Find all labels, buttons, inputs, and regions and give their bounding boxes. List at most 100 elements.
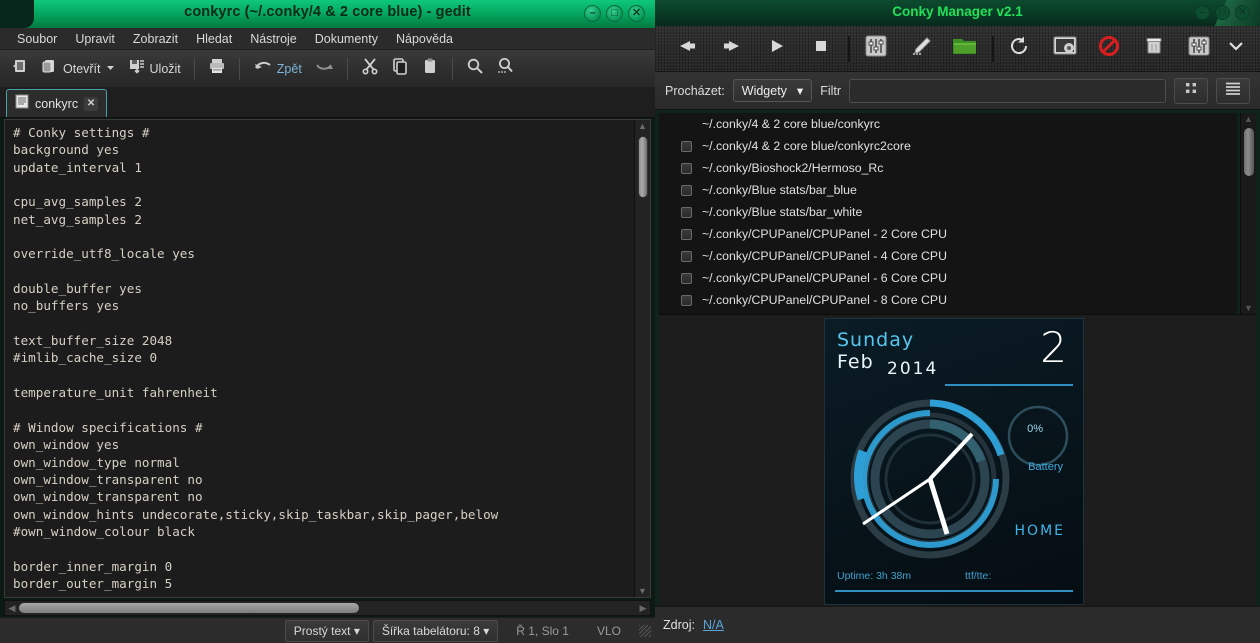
widget-path-label: ~/.conky/Blue stats/bar_blue: [702, 183, 857, 197]
widget-list-row[interactable]: ~/.conky/CPUPanel/CPUPanel - 6 Core CPU: [659, 267, 1237, 289]
tab-width-selector[interactable]: Šířka tabelátoru: 8 ▾: [372, 619, 499, 642]
open-folder-button[interactable]: [943, 29, 988, 69]
widget-enable-checkbox[interactable]: [681, 228, 692, 240]
delete-button[interactable]: [1132, 29, 1177, 69]
scroll-left-arrow-icon[interactable]: ◀: [6, 601, 18, 615]
undo-button[interactable]: Zpět: [248, 55, 307, 82]
gedit-toolbar: Otevřít Uložit Zpět: [0, 50, 655, 88]
source-value-link[interactable]: N/A: [703, 618, 724, 632]
disable-button[interactable]: [1087, 29, 1132, 69]
menu-item-edit[interactable]: Upravit: [66, 30, 124, 48]
menu-item-tools[interactable]: Nástroje: [241, 30, 306, 48]
open-button[interactable]: Otevřít: [36, 54, 121, 83]
editor-horizontal-scrollbar[interactable]: ◀ ▶: [4, 600, 651, 616]
trash-icon: [1143, 35, 1165, 62]
cut-button[interactable]: [356, 54, 384, 83]
save-button-label: Uložit: [149, 61, 181, 76]
editor-vertical-scrollbar[interactable]: ▲ ▼: [634, 120, 650, 597]
print-button[interactable]: [203, 54, 231, 83]
widget-list-row[interactable]: ~/.conky/4 & 2 core blue/conkyrc2core: [659, 135, 1237, 157]
minimize-button[interactable]: –: [584, 5, 601, 22]
scroll-up-arrow-icon[interactable]: ▲: [635, 120, 650, 132]
filter-input[interactable]: [849, 78, 1166, 103]
pencil-icon: [908, 34, 934, 63]
toolbar-separator: [847, 35, 850, 62]
editor-area[interactable]: # Conky settings # background yes update…: [4, 119, 651, 598]
widget-list[interactable]: ~/.conky/4 & 2 core blue/conkyrc ~/.conky…: [659, 113, 1237, 314]
widget-list-row[interactable]: ~/.conky/CPUPanel/CPUPanel - 4 Core CPU: [659, 245, 1237, 267]
undo-button-label: Zpět: [276, 61, 302, 76]
scroll-up-arrow-icon[interactable]: ▲: [1241, 113, 1256, 125]
chevron-down-icon[interactable]: [105, 60, 116, 78]
resize-grip[interactable]: [639, 624, 651, 637]
close-button[interactable]: ✕: [1235, 5, 1250, 20]
widget-enable-checkbox[interactable]: [681, 250, 692, 262]
stop-icon: [811, 37, 831, 60]
widget-list-row[interactable]: ~/.conky/Blue stats/bar_white: [659, 201, 1237, 223]
desktop-settings-button[interactable]: [1042, 29, 1087, 69]
grid-view-icon: [1183, 80, 1199, 101]
widget-list-scrollbar[interactable]: ▲ ▼: [1240, 113, 1256, 314]
widget-enable-checkbox[interactable]: [681, 162, 692, 174]
widget-list-row[interactable]: ~/.conky/4 & 2 core blue/conkyrc: [659, 113, 1237, 135]
source-label: Zdroj:: [663, 618, 695, 632]
tab-close-icon[interactable]: ✕: [84, 96, 99, 111]
widget-list-row[interactable]: ~/.conky/Bioshock2/Hermoso_Rc: [659, 157, 1237, 179]
editor-hscroll-thumb[interactable]: [19, 603, 359, 613]
preferences-button[interactable]: [1176, 29, 1221, 69]
preview-battery-label: Battery: [1028, 461, 1063, 473]
scroll-down-arrow-icon[interactable]: ▼: [635, 585, 650, 597]
list-view-button[interactable]: [1216, 77, 1250, 104]
menu-item-file[interactable]: Soubor: [8, 30, 66, 48]
menu-item-view[interactable]: Zobrazit: [124, 30, 187, 48]
maximize-button[interactable]: □: [606, 5, 623, 22]
widget-enable-checkbox[interactable]: [681, 140, 692, 152]
previous-button[interactable]: [665, 29, 710, 69]
editor-vscroll-thumb[interactable]: [638, 136, 648, 198]
widget-list-row[interactable]: ~/.conky/CPUPanel/CPUPanel - 2 Core CPU: [659, 223, 1237, 245]
widget-list-row[interactable]: ~/.conky/Blue stats/bar_blue: [659, 179, 1237, 201]
widget-settings-button[interactable]: [854, 29, 899, 69]
minimize-button[interactable]: –: [1195, 5, 1210, 20]
next-button[interactable]: [710, 29, 755, 69]
tab-conkyrc[interactable]: conkyrc ✕: [6, 89, 108, 117]
language-selector[interactable]: Prostý text ▾: [284, 619, 369, 642]
find-button[interactable]: [461, 54, 489, 83]
copy-button[interactable]: [386, 54, 414, 83]
widget-enable-checkbox[interactable]: [681, 184, 692, 196]
conky-manager-titlebar[interactable]: Conky Manager v2.1 – □ ✕: [655, 0, 1260, 26]
edit-widget-button[interactable]: [898, 29, 943, 69]
widget-list-scroll-thumb[interactable]: [1244, 128, 1254, 176]
widget-list-row[interactable]: ~/.conky/CPUPanel/CPUPanel - 8 Core CPU: [659, 289, 1237, 311]
printer-icon: [208, 57, 226, 80]
start-button[interactable]: [754, 29, 799, 69]
toolbar-separator: [346, 57, 348, 80]
preview-battery-percent: 0%: [1027, 423, 1043, 435]
redo-button[interactable]: [309, 55, 339, 82]
widget-enable-checkbox[interactable]: [681, 272, 692, 284]
stop-button[interactable]: [799, 29, 844, 69]
save-button[interactable]: Uložit: [123, 54, 186, 83]
menu-item-help[interactable]: Nápověda: [387, 30, 462, 48]
preview-network-label: HOME: [1014, 523, 1065, 539]
new-document-button[interactable]: [6, 54, 34, 83]
reload-button[interactable]: [998, 29, 1043, 69]
close-button[interactable]: ✕: [628, 5, 645, 22]
replace-button[interactable]: [491, 54, 519, 83]
toolbar-overflow-button[interactable]: [1221, 29, 1250, 69]
paste-button[interactable]: [416, 54, 444, 83]
scroll-right-arrow-icon[interactable]: ▶: [637, 601, 649, 615]
widget-enable-checkbox[interactable]: [681, 294, 692, 306]
widget-path-label: ~/.conky/4 & 2 core blue/conkyrc2core: [702, 139, 911, 153]
scroll-down-arrow-icon[interactable]: ▼: [1241, 302, 1256, 314]
editor-text[interactable]: # Conky settings # background yes update…: [5, 120, 634, 597]
conky-manager-statusbar: Zdroj: N/A: [655, 606, 1260, 643]
menu-item-documents[interactable]: Dokumenty: [306, 30, 387, 48]
grid-view-button[interactable]: [1174, 77, 1208, 104]
browse-category-select[interactable]: Widgety ▾: [732, 79, 813, 102]
widget-enable-checkbox[interactable]: [681, 206, 692, 218]
gedit-titlebar[interactable]: conkyrc (~/.conky/4 & 2 core blue) - ged…: [0, 0, 655, 28]
menu-item-search[interactable]: Hledat: [187, 30, 241, 48]
maximize-button[interactable]: □: [1215, 5, 1230, 20]
scissors-icon: [361, 57, 379, 80]
